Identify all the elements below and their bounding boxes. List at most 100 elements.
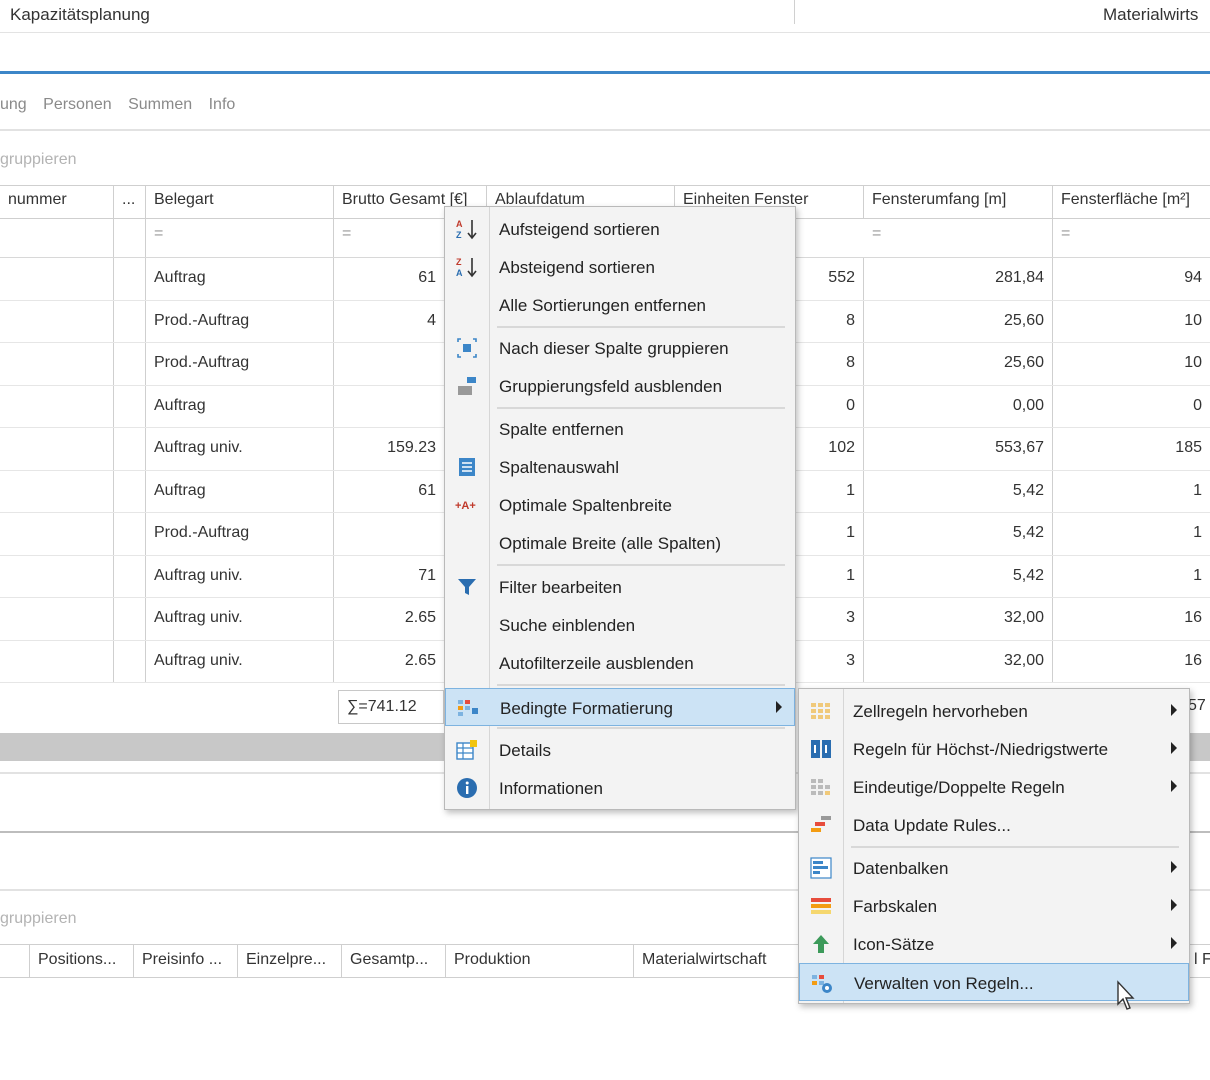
menu-item-bedingte-formatierung[interactable]: Bedingte Formatierung bbox=[445, 688, 795, 726]
tab-info[interactable]: Info bbox=[209, 96, 236, 113]
column-header-blank[interactable] bbox=[0, 945, 30, 977]
submenu-item-farbskalen[interactable]: Farbskalen bbox=[799, 887, 1189, 925]
cell-einheiten[interactable]: 3 bbox=[796, 598, 864, 640]
filter-cell-flaeche[interactable]: = bbox=[1053, 217, 1210, 257]
tab-summen[interactable]: Summen bbox=[128, 96, 192, 113]
menu-item-aufsteigend-sortieren[interactable]: A Z Aufsteigend sortieren bbox=[445, 210, 795, 248]
filter-cell-umfang[interactable]: = bbox=[864, 217, 1053, 257]
cell-nummer[interactable] bbox=[0, 555, 114, 597]
menu-item-informationen[interactable]: Informationen bbox=[445, 769, 795, 807]
column-header-nummer[interactable]: nummer bbox=[0, 186, 114, 218]
menu-item-suche-einblenden[interactable]: Suche einblenden bbox=[445, 606, 795, 644]
menu-item-details[interactable]: Details bbox=[445, 731, 795, 769]
cell-belegart[interactable]: Prod.-Auftrag bbox=[146, 300, 334, 342]
filter-cell[interactable] bbox=[0, 217, 114, 257]
cell-nummer[interactable] bbox=[0, 258, 114, 300]
cell-belegart[interactable]: Auftrag univ. bbox=[146, 640, 334, 682]
filter-cell-belegart[interactable]: = bbox=[146, 217, 334, 257]
cell-belegart[interactable]: Auftrag bbox=[146, 258, 334, 300]
cell-more[interactable] bbox=[114, 640, 146, 682]
cell-nummer[interactable] bbox=[0, 640, 114, 682]
cell-belegart[interactable]: Auftrag univ. bbox=[146, 428, 334, 470]
tab-partial[interactable]: ung bbox=[0, 96, 27, 113]
cell-brutto[interactable] bbox=[334, 513, 444, 555]
column-header-preisinfo[interactable]: Preisinfo ... bbox=[134, 945, 238, 977]
column-header-fensterumfang[interactable]: Fensterumfang [m] bbox=[864, 186, 1053, 218]
cell-belegart[interactable]: Prod.-Auftrag bbox=[146, 513, 334, 555]
cell-fensterflaeche[interactable]: 0 bbox=[1053, 386, 1210, 428]
cell-more[interactable] bbox=[114, 513, 146, 555]
submenu-item-datenbalken[interactable]: Datenbalken bbox=[799, 849, 1189, 887]
cell-belegart[interactable]: Auftrag bbox=[146, 470, 334, 512]
cell-brutto[interactable]: 159.23 bbox=[334, 428, 444, 470]
cell-more[interactable] bbox=[114, 300, 146, 342]
cell-nummer[interactable] bbox=[0, 343, 114, 385]
filter-cell[interactable] bbox=[114, 217, 146, 257]
column-header-positions[interactable]: Positions... bbox=[30, 945, 134, 977]
cell-brutto[interactable]: 61 bbox=[334, 258, 444, 300]
menu-item-gruppierungsfeld-ausblenden[interactable]: Gruppierungsfeld ausblenden bbox=[445, 367, 795, 405]
cell-fensterumfang[interactable]: 281,84 bbox=[864, 258, 1053, 300]
submenu-item-data-update-rules[interactable]: Data Update Rules... bbox=[799, 806, 1189, 844]
cell-einheiten[interactable]: 102 bbox=[796, 428, 864, 470]
cell-brutto[interactable]: 71 bbox=[334, 556, 444, 598]
cell-einheiten[interactable]: 8 bbox=[796, 343, 864, 385]
horizontal-scrollbar-end[interactable] bbox=[1188, 733, 1210, 761]
cell-more[interactable] bbox=[114, 598, 146, 640]
cell-fensterumfang[interactable]: 25,60 bbox=[864, 343, 1053, 385]
cell-fensterumfang[interactable]: 25,60 bbox=[864, 300, 1053, 342]
group-panel-hint[interactable]: gruppieren bbox=[0, 151, 77, 169]
menu-item-spalte-entfernen[interactable]: Spalte entfernen bbox=[445, 410, 795, 448]
submenu-item-zellregeln-hervorheben[interactable]: Zellregeln hervorheben bbox=[799, 692, 1189, 730]
cell-fensterumfang[interactable]: 0,00 bbox=[864, 385, 1053, 427]
column-header-more[interactable]: ... bbox=[114, 186, 146, 218]
cell-einheiten[interactable]: 0 bbox=[796, 385, 864, 427]
cell-nummer[interactable] bbox=[0, 513, 114, 555]
column-header-produktion[interactable]: Produktion bbox=[446, 945, 634, 977]
cell-fensterumfang[interactable]: 32,00 bbox=[864, 598, 1053, 640]
menu-item-nach-dieser-spalte-gruppieren[interactable]: Nach dieser Spalte gruppieren bbox=[445, 329, 795, 367]
cell-belegart[interactable]: Auftrag univ. bbox=[146, 598, 334, 640]
tab-personen[interactable]: Personen bbox=[43, 96, 112, 113]
cell-nummer[interactable] bbox=[0, 470, 114, 512]
cell-fensterumfang[interactable]: 553,67 bbox=[864, 428, 1053, 470]
cell-fensterflaeche[interactable]: 10 bbox=[1053, 301, 1210, 343]
cell-more[interactable] bbox=[114, 385, 146, 427]
cell-fensterumfang[interactable]: 5,42 bbox=[864, 470, 1053, 512]
cell-fensterflaeche[interactable]: 16 bbox=[1053, 641, 1210, 683]
cell-fensterumfang[interactable]: 32,00 bbox=[864, 640, 1053, 682]
cell-fensterflaeche[interactable]: 94 bbox=[1053, 258, 1210, 300]
column-header-belegart[interactable]: Belegart bbox=[146, 186, 334, 218]
cell-fensterflaeche[interactable]: 1 bbox=[1053, 471, 1210, 513]
cell-fensterumfang[interactable]: 5,42 bbox=[864, 555, 1053, 597]
cell-brutto[interactable]: 61 bbox=[334, 471, 444, 513]
column-header-fensterflaeche[interactable]: Fensterfläche [m²] bbox=[1053, 186, 1210, 218]
cell-brutto[interactable]: 2.65 bbox=[334, 641, 444, 683]
panel-title-materialwirtschaft[interactable]: Materialwirts bbox=[1103, 5, 1198, 25]
cell-einheiten[interactable]: 1 bbox=[796, 555, 864, 597]
cell-fensterflaeche[interactable]: 10 bbox=[1053, 343, 1210, 385]
menu-item-absteigend-sortieren[interactable]: Z A Absteigend sortieren bbox=[445, 248, 795, 286]
cell-fensterflaeche[interactable]: 16 bbox=[1053, 598, 1210, 640]
cell-einheiten[interactable]: 3 bbox=[796, 640, 864, 682]
column-header-gesamtpreis[interactable]: Gesamtp... bbox=[342, 945, 446, 977]
column-header-materialwirtschaft[interactable]: Materialwirtschaft bbox=[634, 945, 804, 977]
panel-title-kapazitaetsplanung[interactable]: Kapazitätsplanung bbox=[10, 5, 150, 25]
cell-nummer[interactable] bbox=[0, 385, 114, 427]
menu-item-optimale-spaltenbreite[interactable]: +A+ Optimale Spaltenbreite bbox=[445, 486, 795, 524]
cell-nummer[interactable] bbox=[0, 428, 114, 470]
cell-more[interactable] bbox=[114, 470, 146, 512]
column-header-einzelpreis[interactable]: Einzelpre... bbox=[238, 945, 342, 977]
cell-fensterflaeche[interactable]: 185 bbox=[1053, 428, 1210, 470]
submenu-item-icon-sätze[interactable]: Icon-Sätze bbox=[799, 925, 1189, 963]
cell-nummer[interactable] bbox=[0, 598, 114, 640]
cell-fensterflaeche[interactable]: 1 bbox=[1053, 513, 1210, 555]
cell-belegart[interactable]: Auftrag univ. bbox=[146, 555, 334, 597]
cell-einheiten[interactable]: 1 bbox=[796, 513, 864, 555]
cell-belegart[interactable]: Auftrag bbox=[146, 385, 334, 427]
menu-item-filter-bearbeiten[interactable]: Filter bearbeiten bbox=[445, 568, 795, 606]
cell-more[interactable] bbox=[114, 555, 146, 597]
cell-fensterumfang[interactable]: 5,42 bbox=[864, 513, 1053, 555]
cell-brutto[interactable]: 4 bbox=[334, 301, 444, 343]
cell-fensterflaeche[interactable]: 1 bbox=[1053, 556, 1210, 598]
